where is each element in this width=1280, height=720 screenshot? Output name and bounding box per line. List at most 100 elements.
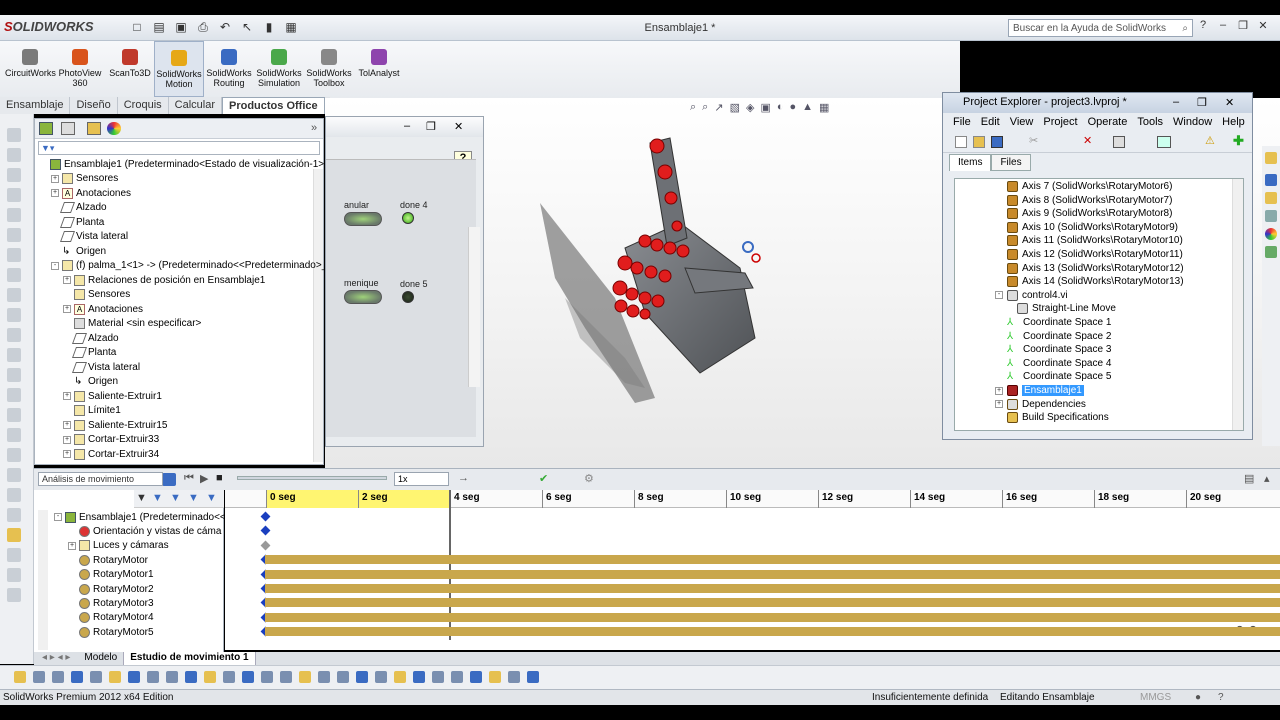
property-manager-tab-icon[interactable] [61,122,75,135]
tool-icon[interactable] [7,208,21,222]
play-icon[interactable]: ▶ [200,472,208,485]
selection-tool-icon[interactable] [470,671,482,683]
motion-tree-item[interactable]: RotaryMotor4 [68,611,154,625]
tree-item[interactable]: + Relaciones de posición en Ensamblaje1 [63,273,265,287]
autokey-icon[interactable]: ✔ [539,472,548,485]
filter-icon[interactable]: ▼▾ [39,143,54,153]
search-icon[interactable]: ⌕ [1182,23,1188,34]
tree-item[interactable]: + Saliente-Extruir1 [63,389,162,403]
menu-file[interactable]: File [953,116,971,128]
study-type-select[interactable]: Análisis de movimiento [38,472,163,486]
project-item[interactable]: ⅄ Coordinate Space 2 [995,330,1111,343]
motion-tree-item[interactable]: RotaryMotor [68,553,148,567]
project-item[interactable]: Axis 13 (SolidWorks\RotaryMotor12) [995,262,1184,275]
command-solidworks-simulation[interactable]: SolidWorks Simulation [254,45,304,88]
previous-view-icon[interactable]: ↗ [714,101,723,114]
rebuild-status-icon[interactable]: ● [1195,692,1201,703]
filter-driving-icon[interactable]: ▼ [170,492,181,504]
tree-scrollbar[interactable] [313,169,323,462]
view-palette-icon[interactable] [1265,210,1277,222]
units-indicator[interactable]: MMGS [1140,692,1171,703]
expand-toggle-icon[interactable]: + [63,421,71,429]
command-solidworks-motion[interactable]: SolidWorks Motion [154,41,204,97]
selection-tool-icon[interactable] [90,671,102,683]
selection-tool-icon[interactable] [147,671,159,683]
keyframe[interactable] [260,525,271,536]
close-icon[interactable]: ✕ [1225,96,1234,109]
display-style-icon[interactable]: ▣ [760,101,770,114]
delete-icon[interactable]: ✕ [1083,134,1092,147]
minimize-icon[interactable]: – [404,120,410,132]
selection-tool-icon[interactable] [166,671,178,683]
tree-filter[interactable]: ▼▾ [38,141,320,155]
open-icon[interactable] [973,136,985,148]
collapse-icon[interactable]: ▴ [1264,472,1270,485]
playback-mode-icon[interactable]: → [458,472,469,484]
motor-timeline-bar[interactable] [265,612,1280,622]
playback-speed-slider[interactable] [237,476,387,480]
undo-icon[interactable]: ↶ [216,18,234,36]
open-icon[interactable]: ▤ [150,18,168,36]
tree-item[interactable]: Planta [63,346,116,360]
resources-icon[interactable] [1265,152,1277,164]
section-view-icon[interactable]: ▧ [730,101,740,114]
filter-results-icon[interactable]: ▼ [206,492,217,504]
motion-tree-scrollbar[interactable] [38,510,48,650]
build-icon[interactable] [1113,136,1125,148]
tool-icon[interactable] [7,148,21,162]
selection-tool-icon[interactable] [375,671,387,683]
motion-tree-item[interactable]: RotaryMotor5 [68,625,154,639]
tool-icon[interactable] [7,428,21,442]
tree-item[interactable]: Alzado [63,331,119,345]
display-manager-tab-icon[interactable] [107,122,121,135]
tree-item[interactable]: Límite1 [63,404,121,418]
filter-animated-icon[interactable]: ▼ [152,492,163,504]
design-library-icon[interactable] [1265,174,1277,186]
save-icon[interactable] [991,136,1003,148]
tree-item[interactable]: Alzado [51,201,107,215]
command-photoview-360[interactable]: PhotoView 360 [55,45,105,88]
tab-scroll-arrows[interactable]: ◂ ▸ ◂ ▸ [34,652,78,665]
selection-tool-icon[interactable] [508,671,520,683]
tree-item[interactable]: + Cortar-Extruir33 [63,433,159,447]
menu-help[interactable]: Help [1222,116,1245,128]
command-solidworks-routing[interactable]: SolidWorks Routing [204,45,254,88]
tool-icon[interactable] [7,528,21,542]
tree-item[interactable]: + Sensores [51,172,118,186]
motion-timeline[interactable]: 0 seg 2 seg 4 seg 6 seg 8 seg 10 seg 12 seg 14 … [225,490,1280,650]
tree-item[interactable]: + A Anotaciones [63,302,143,316]
save-icon[interactable]: ▣ [172,18,190,36]
motor-icon[interactable]: ⚙ [584,472,594,485]
tool-icon[interactable] [7,408,21,422]
menu-window[interactable]: Window [1173,116,1212,128]
tool-icon[interactable] [7,348,21,362]
command-circuitworks[interactable]: CircuitWorks [5,45,56,78]
motor-timeline-bar[interactable] [265,569,1280,579]
expand-toggle-icon[interactable]: + [63,435,71,444]
rotate-indicator-icon[interactable] [742,241,754,253]
expand-toggle-icon[interactable]: - [51,261,59,270]
project-item[interactable]: Axis 9 (SolidWorks\RotaryMotor8) [995,207,1172,220]
select-icon[interactable]: ↖ [238,18,256,36]
properties-icon[interactable]: ▤ [1244,472,1254,485]
cut-icon[interactable]: ✂ [1029,134,1038,147]
tool-icon[interactable] [7,448,21,462]
filter-selected-icon[interactable]: ▼ [188,492,199,504]
tab-items[interactable]: Items [949,154,992,171]
selection-tool-icon[interactable] [52,671,64,683]
custom-properties-icon[interactable] [1265,246,1277,258]
tree-item[interactable]: ↳ Origen [51,244,106,258]
project-item[interactable]: ⅄ Coordinate Space 5 [995,370,1111,383]
study-tab[interactable]: Estudio de movimiento 1 [124,652,256,665]
keyframe[interactable] [260,511,271,522]
selection-tool-icon[interactable] [204,671,216,683]
restore-icon[interactable]: ❐ [1197,96,1207,109]
project-item[interactable]: Build Specifications [995,411,1109,424]
add-icon[interactable]: ✚ [1233,133,1244,149]
expand-toggle-icon[interactable]: + [51,189,59,197]
motion-tree-item[interactable]: - Ensamblaje1 (Predeterminado<< [54,510,226,524]
close-icon[interactable]: ✕ [454,120,463,133]
selection-tool-icon[interactable] [299,671,311,683]
tab-productos-office[interactable]: Productos Office [222,97,325,114]
scene-icon[interactable]: ▲ [802,101,813,114]
